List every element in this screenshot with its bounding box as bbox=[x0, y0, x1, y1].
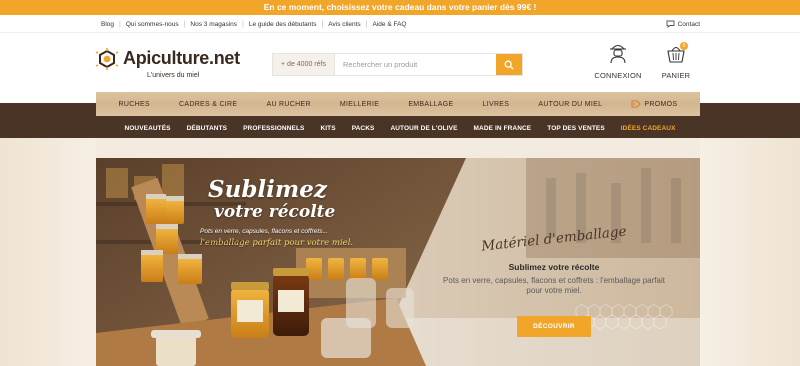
hero-banner[interactable]: Sublimez votre récolte Pots en verre, ca… bbox=[96, 158, 700, 366]
cart-label: PANIER bbox=[661, 71, 691, 80]
utility-bar: Blog | Qui sommes-nous | Nos 3 magasins … bbox=[0, 15, 800, 33]
nav-item-autour-du-miel[interactable]: AUTOUR DU MIEL bbox=[538, 101, 602, 108]
beekeeper-icon bbox=[610, 44, 626, 64]
nav-item-cadres-cire[interactable]: CADRES & CIRE bbox=[179, 101, 237, 108]
banner-description: Pots en verre, capsules, flacons et coff… bbox=[443, 276, 665, 295]
util-link-help[interactable]: Aide & FAQ bbox=[368, 21, 412, 28]
nav-item-livres[interactable]: LIVRES bbox=[483, 101, 510, 108]
subnav-item-top-ventes[interactable]: TOP DES VENTES bbox=[539, 125, 613, 132]
contact-label[interactable]: Contact bbox=[678, 21, 700, 28]
site-logo[interactable]: Apiculture.net L'univers du miel bbox=[95, 46, 240, 86]
nav-item-emballage[interactable]: EMBALLAGE bbox=[408, 101, 453, 108]
util-link-stores[interactable]: Nos 3 magasins bbox=[185, 21, 242, 28]
banner-overlay-line1: Pots en verre, capsules, flacons et coff… bbox=[200, 228, 328, 235]
subnav-item-professionnels[interactable]: PROFESSIONNELS bbox=[235, 125, 312, 132]
banner-overlay-line2: l'emballage parfait pour votre miel. bbox=[200, 238, 354, 248]
main-nav: RUCHES CADRES & CIRE AU RUCHER MIELLERIE… bbox=[96, 92, 700, 116]
account-button[interactable]: CONNEXION bbox=[593, 42, 643, 80]
nav-item-promos-label: PROMOS bbox=[644, 100, 678, 108]
right-decor bbox=[700, 138, 800, 366]
sub-nav: NOUVEAUTÉS DÉBUTANTS PROFESSIONNELS KITS… bbox=[0, 118, 800, 138]
account-label: CONNEXION bbox=[594, 71, 642, 80]
search-input[interactable] bbox=[335, 54, 496, 75]
promo-bar[interactable]: En ce moment, choisissez votre cadeau da… bbox=[0, 0, 800, 15]
nav-item-promos[interactable]: PROMOS bbox=[631, 100, 677, 108]
logo-tagline: L'univers du miel bbox=[147, 72, 200, 79]
search-refs-label: + de 4000 réfs bbox=[273, 54, 335, 75]
subnav-item-idees-cadeaux[interactable]: IDÉES CADEAUX bbox=[613, 125, 684, 132]
chat-bubble-icon bbox=[666, 20, 675, 28]
utility-links: Blog | Qui sommes-nous | Nos 3 magasins … bbox=[96, 15, 411, 33]
banner-caption: Matériel d'emballage Sublimez votre réco… bbox=[438, 223, 670, 296]
left-decor bbox=[0, 138, 96, 366]
search-bar: + de 4000 réfs bbox=[272, 53, 523, 76]
subnav-item-kits[interactable]: KITS bbox=[312, 125, 343, 132]
subnav-item-packs[interactable]: PACKS bbox=[344, 125, 383, 132]
banner-title: Sublimez bbox=[208, 176, 327, 203]
banner-heading: Sublimez votre récolte bbox=[508, 262, 600, 272]
subnav-item-debutants[interactable]: DÉBUTANTS bbox=[179, 125, 236, 132]
util-link-blog[interactable]: Blog bbox=[96, 21, 119, 28]
subnav-item-made-in-france[interactable]: MADE IN FRANCE bbox=[466, 125, 540, 132]
nav-item-miellerie[interactable]: MIELLERIE bbox=[340, 101, 379, 108]
nav-item-au-rucher[interactable]: AU RUCHER bbox=[266, 101, 310, 108]
contact-link[interactable]: Contact bbox=[666, 15, 700, 33]
search-icon bbox=[504, 60, 514, 69]
util-link-reviews[interactable]: Avis clients bbox=[323, 21, 365, 28]
subnav-item-olive[interactable]: AUTOUR DE L'OLIVE bbox=[382, 125, 465, 132]
search-button[interactable] bbox=[496, 54, 522, 75]
util-link-about[interactable]: Qui sommes-nous bbox=[121, 21, 184, 28]
discover-button[interactable]: DÉCOUVRIR bbox=[517, 316, 591, 337]
logo-text: Apiculture.net bbox=[123, 48, 240, 68]
subnav-item-nouveautes[interactable]: NOUVEAUTÉS bbox=[116, 125, 178, 132]
banner-subtitle: votre récolte bbox=[214, 202, 336, 222]
honeycomb-logo-icon bbox=[95, 48, 119, 70]
nav-item-ruches[interactable]: RUCHES bbox=[119, 101, 150, 108]
cart-count-badge: 0 bbox=[680, 42, 688, 50]
tag-icon bbox=[631, 100, 642, 108]
util-link-guide[interactable]: Le guide des débutants bbox=[244, 21, 322, 28]
promo-bar-text[interactable]: En ce moment, choisissez votre cadeau da… bbox=[264, 2, 537, 12]
cart-button[interactable]: 0 PANIER bbox=[656, 42, 696, 80]
